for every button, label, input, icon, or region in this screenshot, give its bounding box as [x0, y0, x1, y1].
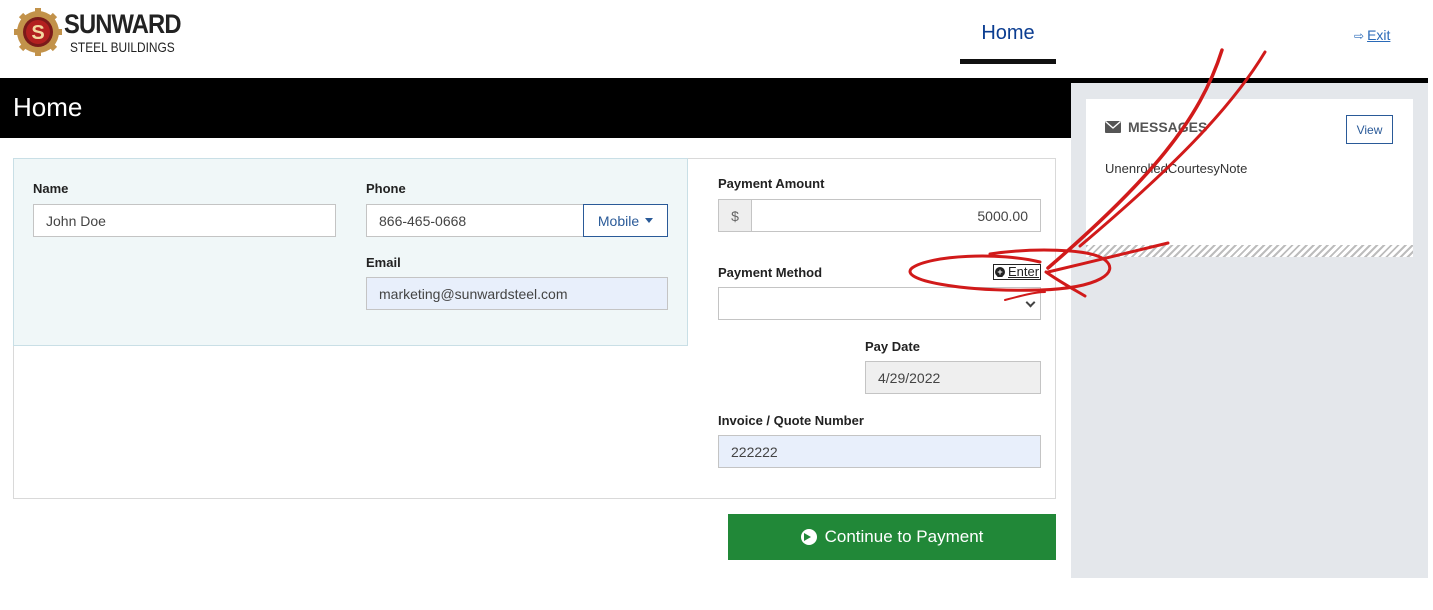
plus-circle-icon: +: [995, 267, 1005, 277]
brand-logo[interactable]: S SUNWARD STEEL BUILDINGS: [14, 8, 181, 58]
brand-tagline: STEEL BUILDINGS: [70, 39, 175, 55]
gear-logo-icon: S: [14, 8, 62, 56]
continue-label: Continue to Payment: [824, 527, 984, 546]
messages-header: MESSAGES: [1105, 119, 1207, 135]
page-title-band: Home: [0, 78, 1071, 138]
email-input[interactable]: marketing@sunwardsteel.com: [366, 277, 668, 310]
phone-type-dropdown[interactable]: Mobile: [583, 204, 668, 237]
invoice-input[interactable]: 222222: [718, 435, 1041, 468]
top-bar: S SUNWARD STEEL BUILDINGS Home ⇨ Exit: [0, 0, 1433, 78]
contact-panel: [13, 158, 688, 346]
payment-amount-input[interactable]: 5000.00: [751, 199, 1041, 232]
phone-label: Phone: [366, 181, 406, 196]
message-text: UnenrolledCourtesyNote: [1105, 161, 1248, 176]
exit-link[interactable]: ⇨ Exit: [1354, 27, 1390, 43]
continue-to-payment-button[interactable]: Continue to Payment: [728, 514, 1056, 560]
view-messages-button[interactable]: View: [1346, 115, 1393, 144]
envelope-icon: [1105, 121, 1121, 133]
email-label: Email: [366, 255, 401, 270]
pay-date-label: Pay Date: [865, 339, 920, 354]
enter-label: Enter: [1008, 264, 1040, 279]
enter-payment-method-link[interactable]: + Enter: [993, 264, 1042, 280]
invoice-label: Invoice / Quote Number: [718, 413, 864, 428]
messages-card: MESSAGES View UnenrolledCourtesyNote: [1086, 99, 1413, 257]
messages-title: MESSAGES: [1128, 119, 1208, 135]
striped-divider: [1086, 245, 1413, 257]
svg-text:S: S: [31, 22, 44, 44]
payment-method-label: Payment Method: [718, 265, 823, 280]
form-container-top-border: [688, 158, 1056, 159]
pay-date-input[interactable]: 4/29/2022: [865, 361, 1041, 394]
payment-amount-label: Payment Amount: [718, 176, 825, 191]
phone-input[interactable]: 866-465-0668: [366, 204, 584, 237]
name-label: Name: [33, 181, 69, 196]
chevron-down-icon: [1025, 297, 1036, 308]
right-sidebar: MESSAGES View UnenrolledCourtesyNote: [1071, 83, 1428, 578]
nav-home-tab[interactable]: Home: [960, 22, 1056, 64]
page-title: Home: [13, 92, 83, 122]
name-input[interactable]: John Doe: [33, 204, 336, 237]
exit-label: Exit: [1367, 27, 1391, 43]
brand-name: SUNWARD: [64, 9, 181, 39]
payment-method-select[interactable]: [718, 287, 1041, 320]
currency-addon: $: [718, 199, 752, 232]
arrow-circle-right-icon: [800, 529, 817, 545]
caret-down-icon: [645, 218, 654, 223]
nav-active-indicator: [960, 59, 1056, 64]
phone-type-label: Mobile: [597, 212, 640, 229]
sign-out-icon: ⇨: [1354, 29, 1365, 43]
